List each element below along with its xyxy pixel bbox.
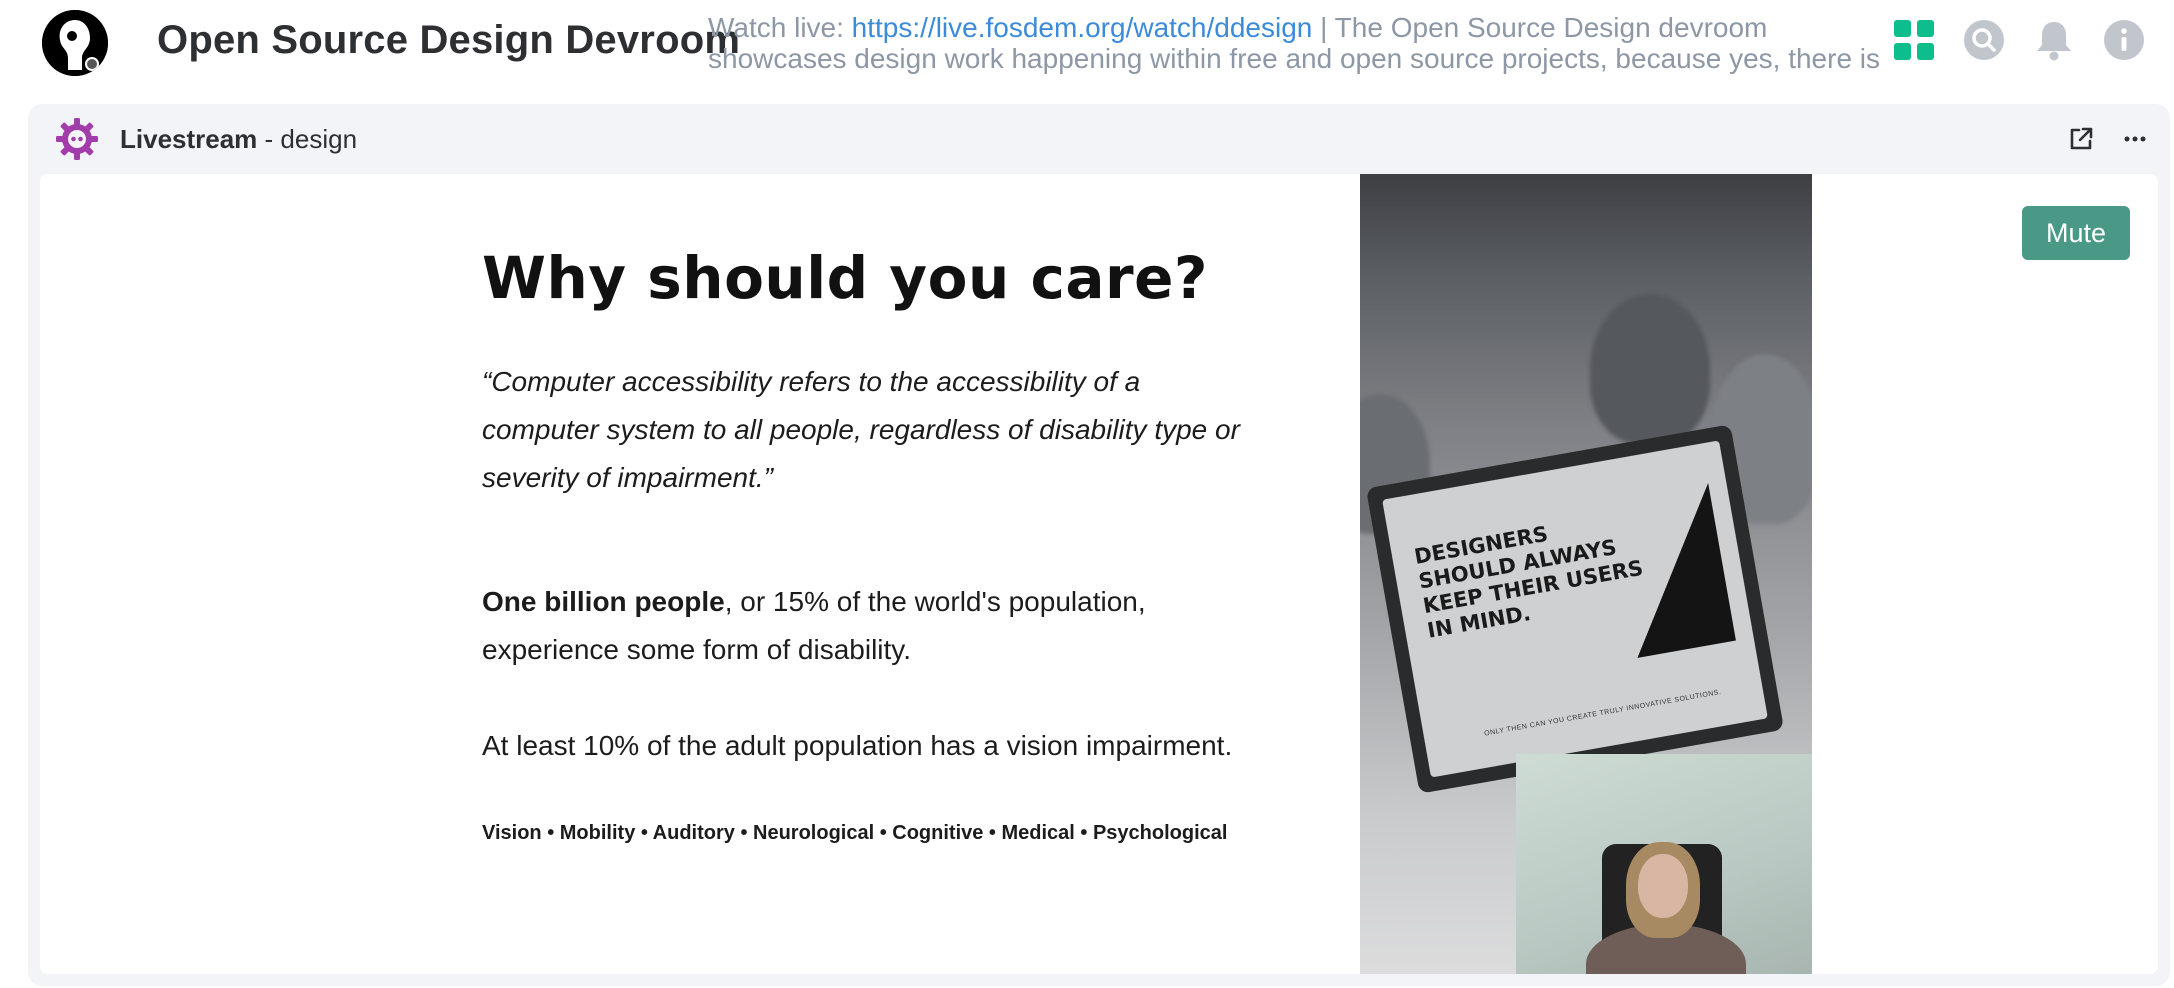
slide-quote: “Computer accessibility refers to the ac…	[482, 366, 1240, 493]
livestream-widget: Livestream - design Why should you care?…	[28, 104, 2170, 986]
monitor-screen: DESIGNERS SHOULD ALWAYS KEEP THEIR USERS…	[1382, 440, 1768, 778]
webcam-speaker-face	[1638, 854, 1688, 918]
more-icon[interactable]	[2118, 122, 2152, 156]
speaker-webcam	[1516, 754, 1812, 974]
popout-icon[interactable]	[2064, 122, 2098, 156]
widget-gear-icon	[54, 116, 100, 162]
slide-heading: Why should you care?	[482, 244, 1209, 312]
bell-icon[interactable]	[2032, 18, 2076, 62]
widget-name: Livestream	[120, 124, 258, 154]
widget-actions	[2064, 122, 2152, 156]
fosdem-logo-icon	[42, 10, 108, 76]
widget-title: Livestream - design	[120, 124, 357, 155]
slide-disability-categories: Vision • Mobility • Auditory • Neurologi…	[482, 822, 1228, 844]
room-topic[interactable]: Watch live: https://live.fosdem.org/watc…	[708, 12, 1886, 76]
photo-monitor: DESIGNERS SHOULD ALWAYS KEEP THEIR USERS…	[1365, 424, 1785, 794]
livestream-video[interactable]: Why should you care? “Computer accessibi…	[40, 174, 2158, 974]
slide-photo: DESIGNERS SHOULD ALWAYS KEEP THEIR USERS…	[1360, 174, 1812, 974]
mute-button[interactable]: Mute	[2022, 206, 2130, 260]
monitor-triangle-shape	[1609, 482, 1736, 658]
photo-person	[1590, 294, 1710, 444]
slide-emphasis: One billion people	[482, 586, 725, 617]
apps-icon[interactable]	[1892, 18, 1936, 62]
topic-prefix: Watch live:	[708, 12, 852, 43]
monitor-footer-text: ONLY THEN CAN YOU CREATE TRULY INNOVATIV…	[1483, 688, 1722, 738]
widget-context: design	[280, 124, 358, 154]
room-name[interactable]: Open Source Design Devroom	[157, 18, 740, 63]
info-icon[interactable]	[2102, 18, 2146, 62]
topic-link[interactable]: https://live.fosdem.org/watch/ddesign	[852, 12, 1313, 43]
room-avatar[interactable]	[42, 10, 108, 76]
widget-header: Livestream - design	[28, 104, 2170, 174]
widget-separator: -	[257, 124, 281, 154]
room-header: Open Source Design Devroom Watch live: h…	[0, 0, 2174, 104]
slide-paragraph-population: One billion people, or 15% of the world'…	[482, 578, 1272, 674]
slide-paragraph-vision: At least 10% of the adult population has…	[482, 730, 1233, 761]
search-icon[interactable]	[1962, 18, 2006, 62]
